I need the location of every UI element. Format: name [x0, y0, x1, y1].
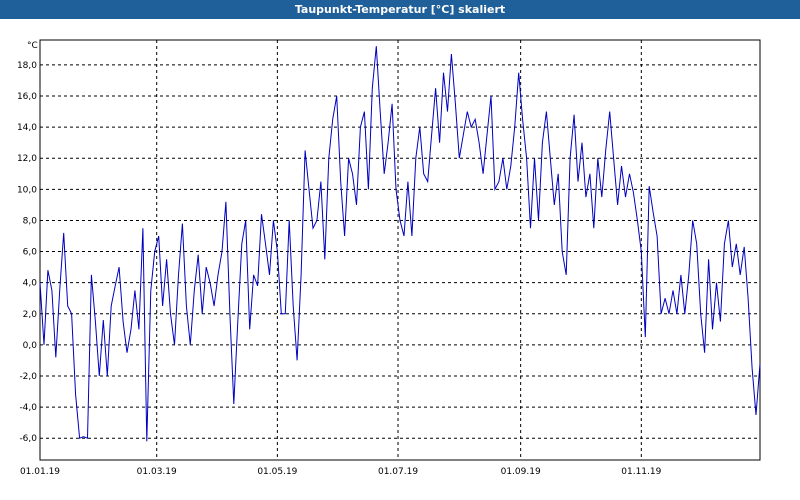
y-tick-label: 12,0 [17, 154, 37, 164]
y-tick-label: -2,0 [19, 372, 37, 382]
y-tick-label: -6,0 [19, 434, 37, 444]
y-tick-label: 0,0 [23, 341, 38, 351]
y-tick-label: 8,0 [23, 216, 38, 226]
x-tick-label: 01.05.19 [257, 467, 297, 477]
x-tick-label: 01.03.19 [137, 467, 177, 477]
chart: 18,0 16,0 14,0 12,0 10,0 8,0 6,0 4,0 2,0 0,0 -2,0 -… [17, 39, 761, 477]
y-axis: 18,0 16,0 14,0 12,0 10,0 8,0 6,0 4,0 2,0 0,0 -2,0 -… [17, 61, 37, 444]
x-axis: 01.01.19 01.03.19 01.05.19 01.07.19 01.09.19… [20, 467, 662, 477]
y-tick-label: 16,0 [17, 92, 37, 102]
y-tick-label: -4,0 [19, 403, 37, 413]
x-tick-label: 01.07.19 [378, 467, 418, 477]
x-tick-label: 01.11.19 [621, 467, 661, 477]
y-tick-label: 4,0 [23, 279, 38, 289]
y-tick-label: 6,0 [23, 248, 38, 258]
window-title: Taupunkt-Temperatur [°C] skaliert [0, 0, 800, 19]
y-unit-label: °C [27, 41, 38, 51]
y-tick-label: 10,0 [17, 185, 37, 195]
y-tick-label: 2,0 [23, 310, 38, 320]
y-tick-label: 18,0 [17, 61, 37, 71]
x-tick-label: 01.01.19 [20, 467, 60, 477]
y-tick-label: 14,0 [17, 123, 37, 133]
x-tick-label: 01.09.19 [501, 467, 541, 477]
